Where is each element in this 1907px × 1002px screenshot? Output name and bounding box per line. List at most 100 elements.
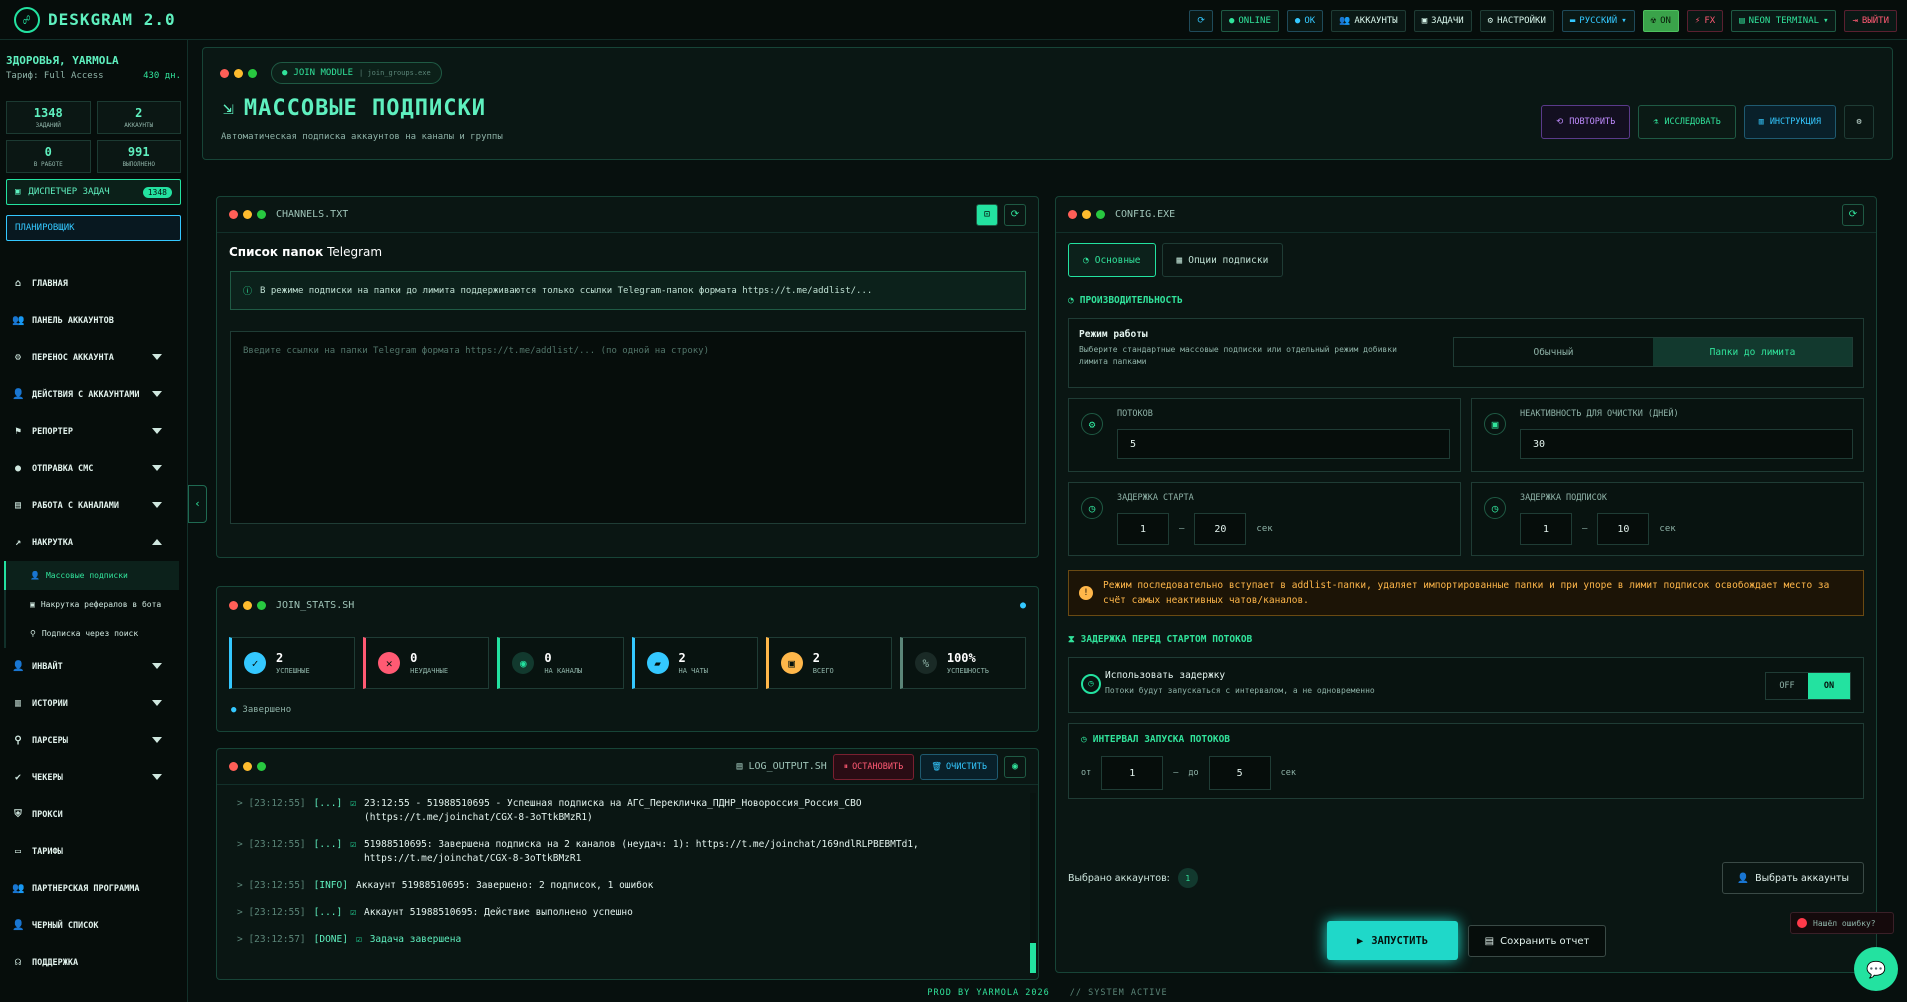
join-stats-panel: JOIN_STATS.SH ● ✓ 2 УСПЕШНЫЕ ✕ 0 НЕУДАЧНЫЕ ◉ 0… — [216, 586, 1039, 732]
clear-button[interactable]: 🗑 ОЧИСТИТЬ — [920, 753, 998, 780]
checkbox-icon: ☑ — [350, 798, 356, 809]
settings-button[interactable]: ⚙ НАСТРОЙКИ — [1479, 10, 1554, 32]
sound-toggle[interactable]: ☢ ON — [1642, 10, 1679, 32]
chevron-down-icon — [152, 465, 162, 471]
config-refresh-button[interactable]: ⟳ — [1842, 203, 1864, 226]
reload-button[interactable]: ⟳ — [1004, 203, 1026, 226]
choose-accounts-button[interactable]: 👤 Выбрать аккаунты — [1722, 862, 1864, 894]
start-delay-to-input[interactable]: 20 — [1194, 513, 1247, 545]
sidebar-subitem-mass-subscriptions[interactable]: 👤 Массовые подписки — [4, 561, 179, 590]
log-line: > [23:12:57] [DONE] ☑ Задача завершена — [237, 934, 462, 945]
header-settings-button[interactable]: ⚙ — [1844, 105, 1874, 139]
start-delay-from-input[interactable]: 1 — [1117, 513, 1169, 545]
stats-file-label: JOIN_STATS.SH — [276, 599, 355, 611]
explore-button[interactable]: ⚗ ИССЛЕДОВАТЬ — [1638, 105, 1736, 139]
sidebar-item-account-actions[interactable]: 👤 ДЕЙСТВИЯ С АККАУНТАМИ — [0, 376, 187, 413]
save-report-button[interactable]: ▤ Сохранить отчет — [1468, 925, 1606, 957]
sidebar-item-transfer[interactable]: ⚙ ПЕРЕНОС АККАУНТА — [0, 339, 187, 376]
mode-selector: Обычный Папки до лимита — [1453, 337, 1853, 367]
repeat-button[interactable]: ⟲ ПОВТОРИТЬ — [1541, 105, 1631, 139]
mode-normal-option[interactable]: Обычный — [1454, 338, 1653, 366]
gear-icon: ⚙ — [1856, 117, 1862, 127]
config-file-label: CONFIG.EXE — [1115, 209, 1176, 220]
sidebar-item-reporter[interactable]: ⚑ РЕПОРТЕР — [0, 413, 187, 450]
sidebar-item-proxy[interactable]: ⛨ ПРОКСИ — [0, 796, 187, 833]
sidebar-subitem-search-subscribe[interactable]: ⚲ Подписка через поиск — [4, 619, 179, 648]
delay-heading: ⧗ ЗАДЕРЖКА ПЕРЕД СТАРТОМ ПОТОКОВ — [1068, 634, 1253, 645]
inactive-field: ▣ НЕАКТИВНОСТЬ ДЛЯ ОЧИСТКИ (ДНЕЙ) 30 — [1471, 398, 1864, 472]
toggle-view-button[interactable]: ◉ — [1004, 755, 1026, 778]
sidebar-item-parsers[interactable]: ⚲ ПАРСЕРЫ — [0, 722, 187, 759]
ok-status: ● OK — [1286, 10, 1324, 32]
sidebar-nav: ⌂ ГЛАВНАЯ 👥 ПАНЕЛЬ АККАУНТОВ ⚙ ПЕРЕНОС АККА… — [0, 265, 187, 981]
stat-card-total: ▣ 2 ВСЕГО — [765, 637, 892, 689]
sidebar-item-partners[interactable]: 👥 ПАРТНЕРСКАЯ ПРОГРАММА — [0, 870, 187, 907]
warning-icon: ! — [1079, 586, 1093, 600]
sidebar-item-boost[interactable]: ↗ НАКРУТКА — [0, 524, 187, 561]
sidebar-item-stories[interactable]: ▥ ИСТОРИИ — [0, 685, 187, 722]
clock-icon: ◷ — [1081, 734, 1087, 745]
report-bug-button[interactable]: Нашёл ошибку? — [1790, 912, 1894, 934]
sidebar-subitem-bot-referrals[interactable]: ▣ Накрутка рефералов в бота — [4, 590, 179, 619]
interval-from-input[interactable]: 1 — [1101, 756, 1164, 790]
sub-delay-field: ◷ ЗАДЕРЖКА ПОДПИСОК 1—10 сек — [1471, 482, 1864, 556]
tab-subscription-options[interactable]: ▦ Опции подписки — [1161, 243, 1284, 277]
user-add-icon: 👤 — [30, 571, 40, 580]
accounts-button[interactable]: 👥 АККАУНТЫ — [1331, 10, 1406, 32]
run-button[interactable]: ▶ ЗАПУСТИТЬ — [1327, 921, 1458, 960]
sidebar-item-invite[interactable]: 👤 ИНВАЙТ — [0, 648, 187, 685]
theme-select[interactable]: ▤ NEON TERMINAL ▾ — [1731, 10, 1837, 32]
window-dots — [220, 69, 257, 78]
chevron-down-icon — [152, 737, 162, 743]
sidebar-item-support[interactable]: ☊ ПОДДЕРЖКА — [0, 944, 187, 981]
fx-toggle[interactable]: ⚡ FX — [1686, 10, 1724, 32]
import-button[interactable]: ⊡ — [976, 203, 998, 226]
clock-icon: ◷ — [1081, 674, 1101, 694]
transfer-icon: ⚙ — [14, 352, 22, 363]
radiation-icon: ☢ — [1650, 16, 1657, 26]
logout-button[interactable]: ⇥ ВЫЙТИ — [1844, 10, 1897, 32]
language-select[interactable]: ▬ РУССКИЙ ▾ — [1561, 10, 1635, 32]
card-icon: ▭ — [14, 846, 22, 857]
tab-main[interactable]: ◔ Основные — [1068, 243, 1156, 277]
sidebar-item-checkers[interactable]: ✔ ЧЕКЕРЫ — [0, 759, 187, 796]
task-manager-button[interactable]: ▣ ДИСПЕТЧЕР ЗАДАЧ 1348 — [6, 179, 181, 205]
scheduler-button[interactable]: ПЛАНИРОВЩИК — [6, 215, 181, 241]
config-panel: CONFIG.EXE ⟳ ◔ Основные ▦ Опции подписки ◔ П… — [1055, 196, 1877, 973]
interval-to-input[interactable]: 5 — [1208, 756, 1271, 790]
stat-card-failed: ✕ 0 НЕУДАЧНЫЕ — [363, 637, 490, 689]
sidebar-item-sms[interactable]: ● ОТПРАВКА СМС — [0, 450, 187, 487]
stop-button[interactable]: ⏸ ОСТАНОВИТЬ — [832, 753, 915, 780]
log-scrollbar[interactable] — [1030, 793, 1036, 973]
guide-button[interactable]: ▥ ИНСТРУКЦИЯ — [1743, 105, 1836, 139]
flask-icon: ⚗ — [1653, 117, 1659, 127]
sub-delay-to-input[interactable]: 10 — [1597, 513, 1650, 545]
chevron-up-icon — [152, 539, 162, 545]
sidebar-item-blacklist[interactable]: 👤 ЧЕРНЫЙ СПИСОК — [0, 907, 187, 944]
sidebar: ЗДОРОВЬЯ, YARMOLA Тариф: Full Access 430 … — [0, 40, 188, 1002]
sliders-icon: ▦ — [1176, 254, 1183, 266]
mode-folders-option[interactable]: Папки до лимита — [1653, 338, 1852, 366]
user-add-icon: 👤 — [1737, 872, 1750, 884]
sub-delay-from-input[interactable]: 1 — [1520, 513, 1572, 545]
use-delay-box: ◷ Использовать задержку Потоки будут зап… — [1068, 657, 1864, 713]
sidebar-item-tariffs[interactable]: ▭ ТАРИФЫ — [0, 833, 187, 870]
sidebar-item-accounts-panel[interactable]: 👥 ПАНЕЛЬ АККАУНТОВ — [0, 302, 187, 339]
threads-input[interactable]: 5 — [1117, 429, 1450, 459]
clipboard-icon: ▣ — [15, 187, 21, 197]
checkbox-icon: ☑ — [350, 839, 356, 850]
sidebar-item-home[interactable]: ⌂ ГЛАВНАЯ — [0, 265, 187, 302]
checkbox-icon: ☑ — [350, 907, 356, 918]
bot-icon: ▣ — [30, 600, 35, 609]
play-icon: ▶ — [1356, 934, 1364, 947]
briefcase-icon: ▤ — [14, 500, 22, 511]
sidebar-collapse-button[interactable]: ‹ — [188, 485, 207, 523]
tariff-days: 430 дн. — [143, 71, 181, 81]
sidebar-item-channels[interactable]: ▤ РАБОТА С КАНАЛАМИ — [0, 487, 187, 524]
performance-heading: ◔ ПРОИЗВОДИТЕЛЬНОСТЬ — [1068, 295, 1183, 306]
folders-textarea[interactable]: Введите ссылки на папки Telegram формата… — [230, 331, 1026, 524]
inactive-days-input[interactable]: 30 — [1520, 429, 1853, 459]
refresh-button[interactable]: ⟳ — [1189, 10, 1213, 32]
use-delay-toggle[interactable]: OFF ON — [1765, 672, 1851, 700]
tasks-button[interactable]: ▣ ЗАДАЧИ — [1413, 10, 1472, 32]
